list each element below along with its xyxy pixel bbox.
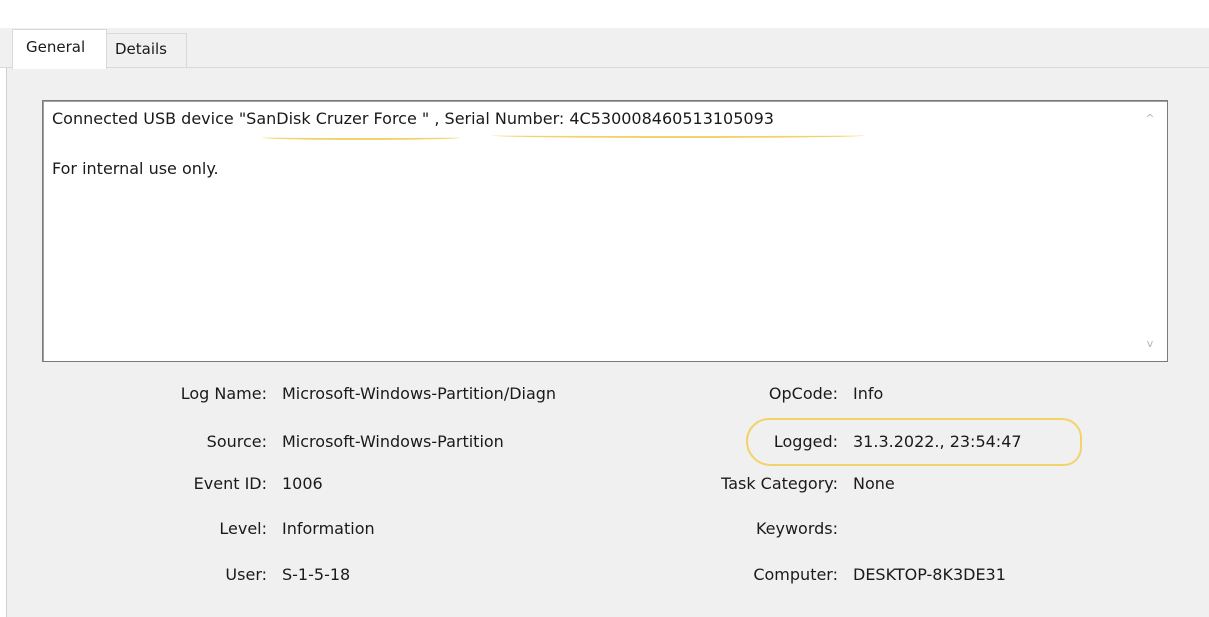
event-description-box[interactable]: Connected USB device "SanDisk Cruzer For… (42, 100, 1168, 362)
opcode-value: Info (853, 384, 884, 403)
tab-general[interactable]: General (12, 29, 107, 69)
user-label: User: (225, 565, 267, 584)
logged-circle-annotation (746, 418, 1082, 466)
user-value: S-1-5-18 (282, 565, 351, 584)
scroll-down-icon[interactable]: v (1143, 337, 1157, 351)
device-name: "SanDisk Cruzer Force " (238, 109, 430, 128)
serial-number-underline-annotation (492, 133, 864, 138)
computer-label: Computer: (753, 565, 838, 584)
description-line-2: For internal use only. (52, 159, 219, 178)
scroll-up-icon[interactable]: ^ (1143, 112, 1157, 126)
task-category-value: None (853, 474, 895, 493)
event-id-value: 1006 (282, 474, 323, 493)
level-value: Information (282, 519, 375, 538)
window-top-strip (0, 0, 1209, 28)
keywords-label: Keywords: (755, 519, 838, 538)
task-category-label: Task Category: (721, 474, 838, 493)
description-separator: , (429, 109, 445, 128)
tab-details[interactable]: Details (107, 33, 187, 67)
serial-number: Serial Number: 4C530008460513105093 (444, 109, 774, 128)
tab-details-label: Details (115, 40, 168, 58)
description-line-1: Connected USB device "SanDisk Cruzer For… (52, 109, 1112, 129)
computer-value: DESKTOP-8K3DE31 (853, 565, 1006, 584)
device-name-underline-annotation (262, 135, 460, 140)
opcode-label: OpCode: (768, 384, 838, 403)
description-prefix: Connected USB device (52, 109, 239, 128)
log-name-value: Microsoft-Windows-Partition/Diagn (282, 384, 557, 403)
source-label: Source: (206, 432, 267, 451)
level-label: Level: (219, 519, 267, 538)
log-name-label: Log Name: (180, 384, 267, 403)
tab-general-label: General (26, 38, 86, 56)
source-value: Microsoft-Windows-Partition (282, 432, 504, 451)
event-id-label: Event ID: (193, 474, 267, 493)
